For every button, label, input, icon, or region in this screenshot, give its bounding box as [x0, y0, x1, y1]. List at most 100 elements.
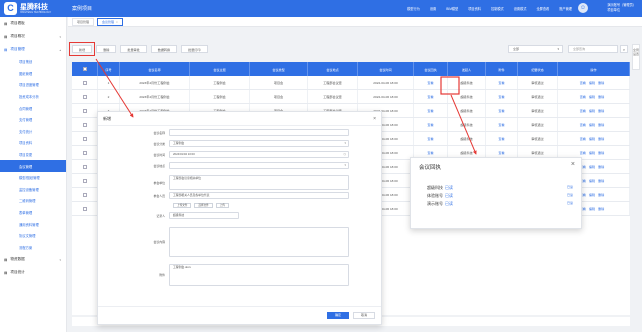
- delete-link[interactable]: 删除: [598, 164, 604, 169]
- row-checkbox[interactable]: [82, 150, 87, 155]
- confirm-button[interactable]: 确定: [326, 312, 349, 319]
- table-row[interactable]: 2 2023年4月份工程例会 工程例会 项目会 工程部会议室 2022-04-06 18:…: [72, 90, 630, 104]
- batch-approve-button[interactable]: 批量审批: [120, 45, 147, 53]
- receipt-link[interactable]: 查看: [427, 94, 433, 99]
- attachment-link[interactable]: 查看: [498, 108, 504, 113]
- edit-link[interactable]: 编辑: [589, 94, 595, 99]
- checkbox-cell[interactable]: [72, 76, 98, 89]
- header-link[interactable]: BIM模型: [446, 6, 458, 11]
- view-link[interactable]: 查看: [580, 80, 586, 85]
- checkbox-cell[interactable]: [72, 132, 98, 145]
- sidebar-item[interactable]: 协议文管理: [0, 230, 66, 242]
- row-checkbox[interactable]: [82, 136, 87, 141]
- header-link[interactable]: 设置: [430, 6, 436, 11]
- row-checkbox[interactable]: [82, 80, 87, 85]
- row-checkbox[interactable]: [82, 122, 87, 127]
- sidebar-group-materials[interactable]: ▤ 物资数据 ▾: [0, 253, 66, 266]
- view-link[interactable]: 查看: [580, 122, 586, 127]
- search-icon[interactable]: ⌕: [620, 45, 628, 53]
- edit-link[interactable]: 编辑: [589, 108, 595, 113]
- close-icon[interactable]: ×: [116, 20, 118, 24]
- delete-link[interactable]: 删除: [598, 150, 604, 155]
- sidebar-group-dashboard[interactable]: ▤ 项目看板: [0, 17, 66, 30]
- delete-link[interactable]: 删除: [598, 80, 604, 85]
- sidebar-item[interactable]: 通用资料管理: [0, 218, 66, 230]
- sidebar-item[interactable]: 二维码管理: [0, 195, 66, 207]
- edit-link[interactable]: 编辑: [589, 80, 595, 85]
- row-checkbox[interactable]: [82, 164, 87, 169]
- row-checkbox[interactable]: [82, 192, 87, 197]
- checkbox-cell[interactable]: [72, 118, 98, 131]
- sidebar-group-project-management[interactable]: ▤ 项目管理 ▴: [0, 43, 66, 56]
- table-row[interactable]: 1 2023年4月份工程例会 工程例会 项目会 工程部会议室 2022-04-06 18:…: [72, 76, 630, 90]
- receipt-link[interactable]: 查看: [427, 136, 433, 141]
- row-checkbox[interactable]: [82, 206, 87, 211]
- receipt-link[interactable]: 查看: [427, 150, 433, 155]
- batch-print-button[interactable]: 批量打印: [181, 45, 208, 53]
- row-checkbox[interactable]: [82, 178, 87, 183]
- edit-link[interactable]: 编辑: [589, 178, 595, 183]
- checkbox-cell[interactable]: [72, 188, 98, 201]
- delete-link[interactable]: 删除: [598, 122, 604, 127]
- sidebar-item-meeting-management[interactable]: 会议管理: [0, 160, 66, 172]
- close-icon[interactable]: ×: [373, 116, 376, 122]
- sidebar-item[interactable]: 表单管理: [0, 207, 66, 219]
- sidebar-item[interactable]: 监控设备管理: [0, 184, 66, 196]
- header-link[interactable]: 账户管理: [559, 6, 572, 11]
- view-link[interactable]: 查看: [580, 150, 586, 155]
- data-convert-button[interactable]: 数据转换: [150, 45, 178, 53]
- delete-link[interactable]: 删除: [598, 94, 604, 99]
- checkbox-cell[interactable]: [72, 146, 98, 159]
- select-all-checkbox[interactable]: [82, 67, 87, 71]
- choose-file-button[interactable]: 选择文件: [194, 203, 213, 208]
- header-link[interactable]: 控制模式: [491, 6, 504, 11]
- upload-button[interactable]: 上传: [215, 203, 229, 208]
- attachment-link[interactable]: 查看: [498, 122, 504, 127]
- receipt-link[interactable]: 查看: [427, 80, 433, 85]
- row-checkbox[interactable]: [82, 94, 87, 99]
- edit-link[interactable]: 编辑: [589, 206, 595, 211]
- attachment-link[interactable]: 查看: [498, 136, 504, 141]
- sidebar-item[interactable]: 项目资料: [0, 137, 66, 149]
- checkbox-cell[interactable]: [72, 174, 98, 187]
- recorder-field[interactable]: 超级科技: [169, 212, 239, 219]
- delete-link[interactable]: 删除: [598, 136, 604, 141]
- edit-link[interactable]: 编辑: [589, 136, 595, 141]
- meeting-content-field[interactable]: [169, 227, 349, 257]
- search-input[interactable]: 全部查询: [568, 45, 618, 53]
- global-settings-tab[interactable]: 全局设置: [632, 44, 640, 70]
- delete-link[interactable]: 删除: [598, 192, 604, 197]
- attendees-field[interactable]: 工程部相关人员及各单位代表: [169, 192, 349, 199]
- sidebar-item[interactable]: 合同管理: [0, 102, 66, 114]
- sidebar-item[interactable]: 投资成本分析: [0, 91, 66, 103]
- attachment-link[interactable]: 查看: [498, 150, 504, 155]
- attachment-link[interactable]: 查看: [498, 80, 504, 85]
- attachment-field[interactable]: 工程例会.docx: [169, 264, 349, 286]
- view-link[interactable]: 查看: [580, 136, 586, 141]
- sidebar-group-overview[interactable]: ▤ 项目概况 ▾: [0, 30, 66, 43]
- meeting-time-field[interactable]: 2024/01/02 10:00 ◷: [169, 151, 349, 158]
- filter-select[interactable]: 全部 ▾: [508, 45, 563, 53]
- avatar[interactable]: ☺: [578, 3, 588, 13]
- sidebar-item[interactable]: 支付统计: [0, 126, 66, 138]
- meeting-place-select[interactable]: ▾: [169, 162, 349, 169]
- header-link[interactable]: 项目资料: [468, 6, 481, 11]
- cancel-button[interactable]: 取消: [352, 312, 375, 319]
- meeting-name-field[interactable]: [169, 129, 349, 136]
- delete-button[interactable]: 删除: [96, 45, 117, 53]
- attachment-link[interactable]: 查看: [498, 94, 504, 99]
- delete-link[interactable]: 删除: [598, 206, 604, 211]
- attend-units-field[interactable]: 工程部会议室相关单位: [169, 175, 349, 190]
- header-link[interactable]: 模型行为: [407, 6, 420, 11]
- receipt-link[interactable]: 查看: [427, 108, 433, 113]
- checkbox-cell[interactable]: [72, 202, 98, 215]
- checkbox-cell[interactable]: [72, 90, 98, 103]
- checkbox-cell[interactable]: [72, 160, 98, 173]
- delete-link[interactable]: 删除: [598, 178, 604, 183]
- header-link[interactable]: 全屏查看: [537, 6, 550, 11]
- sidebar-item[interactable]: 流程方案: [0, 242, 66, 254]
- row-checkbox[interactable]: [82, 108, 87, 113]
- delete-link[interactable]: 删除: [598, 108, 604, 113]
- sidebar-item[interactable]: 项目变更: [0, 149, 66, 161]
- meeting-category-select[interactable]: 工程例会 ▾: [169, 140, 349, 147]
